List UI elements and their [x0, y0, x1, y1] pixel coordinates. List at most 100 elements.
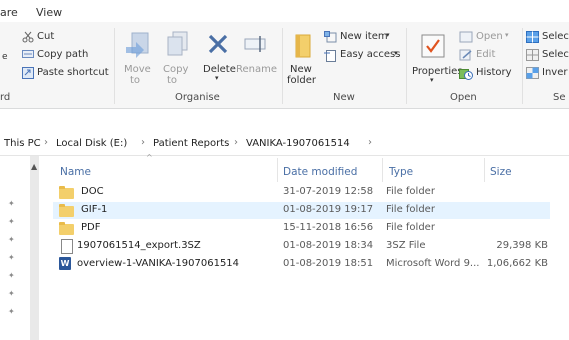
file-name: PDF	[81, 222, 101, 233]
breadcrumb-this-pc[interactable]: This PC	[4, 138, 41, 149]
pin-icon: ✦	[8, 289, 15, 298]
ribbon-separator	[406, 28, 407, 104]
edit-label: Edit	[476, 49, 496, 60]
ribbon-separator	[522, 28, 523, 104]
organise-group-label: Organise	[175, 92, 220, 103]
properties-label: Properties	[412, 66, 463, 77]
file-row-pdf[interactable]: PDF 15-11-2018 16:56 File folder	[53, 220, 550, 237]
file-row-3sz-export[interactable]: 1907061514_export.3SZ 01-08-2019 18:34 3…	[53, 238, 550, 255]
properties-button[interactable]: Properties ▾	[410, 29, 463, 89]
move-to-button[interactable]: Move to	[120, 29, 156, 89]
clipboard-group-label: rd	[0, 92, 11, 103]
ribbon-tabs: are View	[0, 0, 569, 22]
column-header-name[interactable]: Name	[60, 166, 91, 178]
select-group-label: Se	[553, 92, 566, 103]
folder-icon	[59, 186, 74, 199]
paste-shortcut-label: Paste shortcut	[37, 67, 109, 78]
copy-path-label: Copy path	[37, 49, 89, 60]
file-name: 1907061514_export.3SZ	[77, 240, 201, 251]
scroll-up-arrow-icon[interactable]: ▲	[31, 162, 37, 171]
navigation-scrollbar[interactable]: ▲	[30, 156, 39, 340]
pin-icon: ✦	[8, 199, 15, 208]
file-row-gif-1[interactable]: GIF-1 01-08-2019 19:17 File folder	[53, 202, 550, 219]
file-type: File folder	[386, 222, 435, 233]
folder-icon	[59, 222, 74, 235]
select-none-icon	[526, 49, 539, 61]
new-folder-label: New	[290, 64, 312, 75]
file-date: 31-07-2019 12:58	[283, 186, 374, 197]
pin-icon: ✦	[8, 253, 15, 262]
file-type: File folder	[386, 186, 435, 197]
paste-shortcut-icon	[22, 67, 34, 79]
word-doc-icon: W	[59, 257, 71, 270]
file-date: 01-08-2019 18:34	[283, 240, 374, 251]
history-icon	[459, 69, 473, 80]
pin-icon: ✦	[8, 307, 15, 316]
file-name: DOC	[81, 186, 104, 197]
rename-button[interactable]: Rename	[236, 29, 278, 89]
open-icon	[459, 31, 473, 43]
invert-selection-icon	[526, 67, 539, 79]
tab-share[interactable]: are	[0, 6, 18, 19]
breadcrumb-chevron-icon[interactable]: ›	[368, 137, 372, 148]
file-size: 1,06,662 KB	[486, 258, 548, 269]
properties-check-icon	[421, 34, 445, 58]
breadcrumb-vanika[interactable]: VANIKA-1907061514	[246, 138, 350, 149]
file-name: GIF-1	[81, 204, 108, 215]
select-all-icon	[526, 31, 539, 43]
scissors-icon	[22, 31, 34, 43]
column-header-date-modified[interactable]: Date modified	[283, 166, 357, 178]
history-label: History	[476, 67, 512, 78]
column-divider[interactable]	[382, 158, 383, 182]
delete-button[interactable]: Delete ▾	[200, 29, 236, 89]
easy-access-icon	[324, 50, 336, 62]
column-divider[interactable]	[277, 158, 278, 182]
select-all-label: Selec	[542, 31, 569, 42]
move-to-label-2: to	[130, 75, 141, 86]
file-row-doc[interactable]: DOC 31-07-2019 12:58 File folder	[53, 184, 550, 201]
copy-to-button[interactable]: Copy to	[160, 29, 194, 89]
invert-selection-label: Inver	[542, 67, 568, 78]
new-item-label: New item	[340, 31, 388, 42]
file-name: overview-1-VANIKA-1907061514	[77, 258, 240, 269]
file-type: Microsoft Word 9...	[386, 258, 480, 269]
edit-icon	[459, 49, 472, 61]
rename-label: Rename	[236, 64, 278, 75]
column-divider[interactable]	[484, 158, 485, 182]
easy-access-dropdown-icon: ▾	[394, 49, 398, 57]
breadcrumb-chevron-icon[interactable]: ›	[141, 137, 145, 148]
file-date: 01-08-2019 19:17	[283, 204, 374, 215]
file-row-overview-word[interactable]: W overview-1-VANIKA-1907061514 01-08-201…	[53, 256, 550, 273]
easy-access-label: Easy access	[340, 49, 401, 60]
file-date: 15-11-2018 16:56	[283, 222, 374, 233]
move-to-icon	[126, 32, 149, 58]
file-type: 3SZ File	[386, 240, 426, 251]
file-date: 01-08-2019 18:51	[283, 258, 374, 269]
ribbon-separator	[282, 28, 283, 104]
breadcrumb-patient-reports[interactable]: Patient Reports	[153, 138, 229, 149]
new-folder-icon	[295, 34, 311, 58]
copy-to-label-2: to	[167, 75, 178, 86]
breadcrumb-chevron-icon[interactable]: ›	[44, 137, 48, 148]
breadcrumb-chevron-icon[interactable]: ›	[234, 137, 238, 148]
file-size: 29,398 KB	[496, 240, 548, 251]
select-none-label: Selec	[542, 49, 569, 60]
delete-label: Delete	[203, 64, 236, 75]
copy-path-icon	[22, 50, 34, 58]
breadcrumb-local-disk[interactable]: Local Disk (E:)	[56, 138, 127, 149]
copy-to-icon	[167, 31, 188, 56]
tab-view[interactable]: View	[36, 6, 62, 19]
open-dropdown-icon: ▾	[505, 31, 509, 39]
new-folder-label-2: folder	[287, 75, 317, 86]
properties-dropdown-icon[interactable]: ▾	[430, 76, 434, 84]
new-item-icon	[324, 31, 337, 43]
pin-icon: ✦	[8, 235, 15, 244]
cut-label: Cut	[37, 31, 55, 42]
new-folder-button[interactable]: New folder	[286, 29, 322, 89]
delete-dropdown-icon[interactable]: ▾	[215, 74, 219, 82]
open-group-label: Open	[450, 92, 477, 103]
paste-button-partial[interactable]: e	[2, 32, 8, 82]
column-header-size[interactable]: Size	[490, 166, 512, 178]
column-header-type[interactable]: Type	[389, 166, 413, 178]
file-type: File folder	[386, 204, 435, 215]
